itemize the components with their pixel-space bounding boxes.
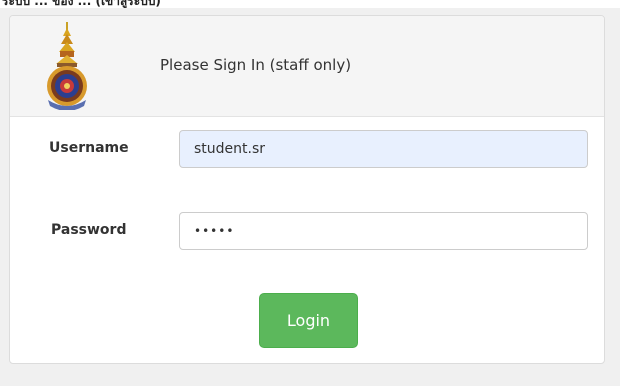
panel-header: Please Sign In (staff only) [10, 16, 604, 117]
login-panel: Please Sign In (staff only) Username Pas… [9, 15, 605, 364]
top-strip-text: ระบบ ... ของ ... (เข้าสู่ระบบ) [2, 0, 161, 8]
login-button[interactable]: Login [259, 293, 358, 348]
password-input[interactable] [179, 212, 588, 250]
university-emblem-icon [47, 22, 87, 110]
username-input[interactable] [179, 130, 588, 168]
panel-title: Please Sign In (staff only) [160, 56, 352, 74]
password-label: Password [51, 222, 127, 238]
username-label: Username [49, 140, 129, 156]
top-strip: ระบบ ... ของ ... (เข้าสู่ระบบ) [0, 0, 620, 8]
